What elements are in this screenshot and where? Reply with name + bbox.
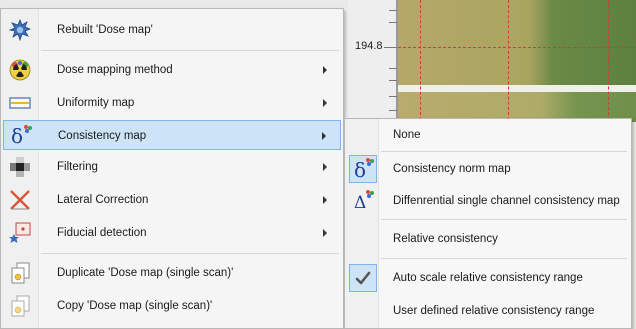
- filter-icon: [9, 156, 31, 178]
- toolbar-strip: [0, 0, 348, 8]
- menu-item-label: User defined relative consistency range: [393, 305, 595, 317]
- triangle-delta-icon: Δ: [351, 189, 375, 213]
- menu-item-duplicate[interactable]: Duplicate 'Dose map (single scan)': [3, 258, 341, 288]
- submenu-arrow-icon: [323, 66, 327, 74]
- menu-item-label: Consistency norm map: [393, 163, 511, 175]
- submenu-arrow-icon: [323, 229, 327, 237]
- menu-separator: [41, 253, 339, 254]
- menu-item-label: Copy 'Dose map (single scan)': [57, 300, 213, 312]
- menu-item-label: Lateral Correction: [57, 194, 149, 206]
- menu-item-label: Filtering: [57, 161, 98, 173]
- consistency-map-submenu: None δ Consistency norm map Δ Diffenrent…: [344, 118, 632, 329]
- menu-item-label: Diffenrential single channel consistency…: [393, 195, 620, 207]
- uniformity-icon: [9, 92, 31, 114]
- axis-tick: [389, 80, 397, 81]
- radiation-icon: [9, 59, 31, 81]
- copy-icon: [9, 295, 31, 317]
- submenu-arrow-icon: [322, 132, 326, 140]
- submenu-item-none[interactable]: None: [347, 121, 629, 149]
- menu-item-label: Dose mapping method: [57, 64, 173, 76]
- gear-icon: [8, 18, 32, 42]
- grid-line: [508, 0, 509, 120]
- grid-line: [420, 0, 421, 120]
- menu-separator: [381, 151, 627, 152]
- menu-item-fiducial-detection[interactable]: Fiducial detection: [3, 218, 341, 248]
- submenu-arrow-icon: [323, 196, 327, 204]
- axis-tick: [389, 96, 397, 97]
- menu-item-consistency-map[interactable]: δ Consistency map: [3, 120, 341, 150]
- menu-item-dose-mapping-method[interactable]: Dose mapping method: [3, 55, 341, 85]
- delta-icon: δ: [10, 125, 32, 147]
- context-menu: Rebuilt 'Dose map' Dose mapping method U…: [0, 8, 344, 329]
- grid-line: [608, 0, 609, 120]
- submenu-item-relative-consistency[interactable]: Relative consistency: [347, 225, 629, 253]
- menu-item-label: Rebuilt 'Dose map': [57, 24, 153, 36]
- menu-separator: [381, 258, 627, 259]
- menu-item-label: Relative consistency: [393, 233, 498, 245]
- submenu-item-auto-scale[interactable]: Auto scale relative consistency range: [347, 264, 629, 292]
- submenu-item-consistency-norm-map[interactable]: δ Consistency norm map: [347, 155, 629, 183]
- duplicate-icon: [9, 262, 31, 284]
- menu-item-label: Duplicate 'Dose map (single scan)': [57, 267, 234, 279]
- menu-item-label: Auto scale relative consistency range: [393, 272, 583, 284]
- axis-tick: [389, 10, 397, 11]
- axis-tick: [389, 110, 397, 111]
- menu-item-lateral-correction[interactable]: Lateral Correction: [3, 185, 341, 215]
- submenu-item-differential-single-channel[interactable]: Δ Diffenrential single channel consisten…: [347, 187, 629, 215]
- menu-item-label: Fiducial detection: [57, 227, 147, 239]
- submenu-arrow-icon: [323, 163, 327, 171]
- menu-item-filtering[interactable]: Filtering: [3, 152, 341, 182]
- menu-item-copy[interactable]: Copy 'Dose map (single scan)': [3, 291, 341, 321]
- menu-item-uniformity-map[interactable]: Uniformity map: [3, 88, 341, 118]
- menu-separator: [41, 50, 339, 51]
- menu-item-rebuilt-dose-map[interactable]: Rebuilt 'Dose map': [3, 15, 341, 45]
- axis-tick: [389, 22, 397, 23]
- film-strip: [398, 0, 636, 85]
- submenu-arrow-icon: [323, 99, 327, 107]
- checkmark-icon: [351, 266, 375, 290]
- submenu-item-user-defined-range[interactable]: User defined relative consistency range: [347, 297, 629, 325]
- menu-item-label: Consistency map: [58, 130, 147, 142]
- menu-item-label: Uniformity map: [57, 97, 135, 109]
- menu-item-label: None: [393, 129, 421, 141]
- axis-tick: [384, 47, 397, 48]
- grid-line: [398, 47, 636, 48]
- delta-icon: δ: [351, 157, 375, 181]
- menu-separator: [381, 219, 627, 220]
- axis-tick: [389, 68, 397, 69]
- fiducial-icon: [9, 222, 31, 244]
- axis-tick-label: 194.8: [355, 40, 383, 52]
- lateral-correction-icon: [9, 189, 31, 211]
